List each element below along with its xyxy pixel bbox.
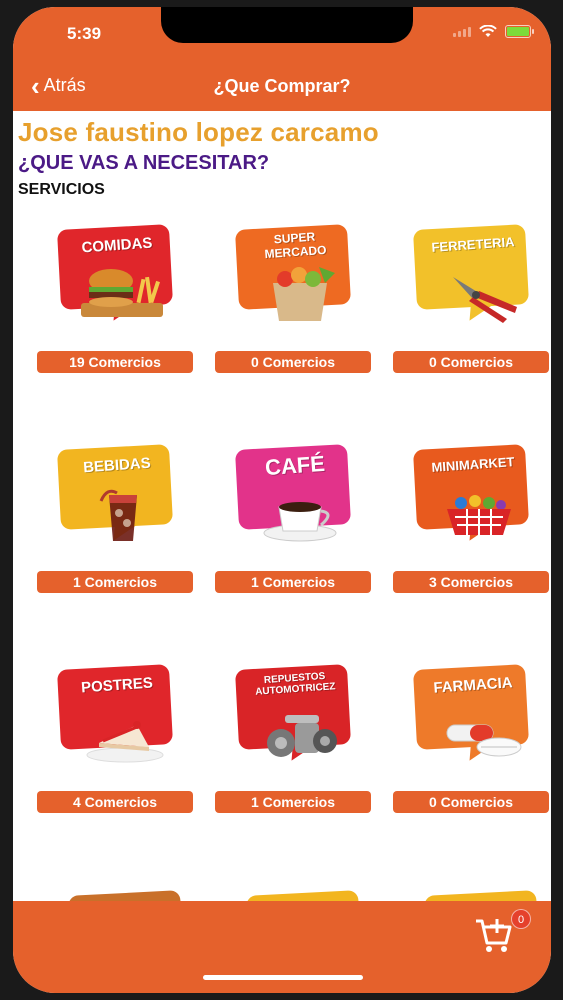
category-card-bebidas[interactable]: BEBIDAS 1 Comercios	[37, 441, 197, 601]
burger-icon	[81, 269, 163, 317]
category-image[interactable]: SUPER MERCADO	[225, 221, 365, 351]
user-name: Jose faustino lopez carcamo	[18, 117, 379, 147]
car-parts-icon	[267, 715, 337, 757]
battery-icon	[505, 25, 534, 38]
page-title: ¿Que Comprar?	[213, 76, 351, 96]
category-image[interactable]: CAFÉ	[225, 441, 365, 571]
pills-icon	[446, 724, 522, 757]
phone-screen: 5:39 ‹ Atrás ¿Que Comprar? Jose faustino…	[13, 7, 551, 993]
pliers-icon	[453, 277, 517, 323]
category-card-comidas[interactable]: COMIDAS 19 Comercios	[37, 221, 197, 381]
status-icons	[453, 25, 534, 38]
cart-icon[interactable]	[473, 915, 513, 955]
category-card-partial[interactable]	[393, 881, 551, 901]
wifi-icon	[479, 25, 497, 37]
main-content[interactable]: Jose faustino lopez carcamo ¿QUE VAS A N…	[13, 111, 551, 901]
badge-shape	[68, 890, 182, 901]
nav-bar: ‹ Atrás ¿Que Comprar?	[13, 63, 551, 111]
commerce-count-button[interactable]: 19 Comercios	[37, 351, 193, 373]
category-image[interactable]: MINIMARKET	[403, 441, 543, 571]
category-image[interactable]: FARMACIA	[403, 661, 543, 791]
section-heading: SERVICIOS	[18, 181, 105, 198]
grocery-bag-icon	[273, 267, 335, 321]
badge-shape	[424, 890, 538, 901]
commerce-count-button[interactable]: 4 Comercios	[37, 791, 193, 813]
category-image[interactable]: COMIDAS	[47, 221, 187, 351]
cake-icon	[86, 721, 164, 763]
home-indicator	[203, 975, 363, 980]
category-card-partial[interactable]	[215, 881, 375, 901]
commerce-count-button[interactable]: 0 Comercios	[393, 791, 549, 813]
category-image[interactable]: POSTRES	[47, 661, 187, 791]
signal-icon	[453, 26, 471, 37]
category-card-minimarket[interactable]: MINIMARKET 3 Comercios	[393, 441, 551, 601]
commerce-count-button[interactable]: 3 Comercios	[393, 571, 549, 593]
cart-count-badge: 0	[511, 909, 531, 929]
commerce-count-button[interactable]: 1 Comercios	[37, 571, 193, 593]
coffee-cup-icon	[263, 502, 337, 542]
category-image[interactable]: BEBIDAS	[47, 441, 187, 571]
question-heading: ¿QUE VAS A NECESITAR?	[18, 152, 270, 174]
commerce-count-button[interactable]: 1 Comercios	[215, 571, 371, 593]
status-time: 5:39	[67, 24, 102, 43]
category-image[interactable]: FERRETERIA	[403, 221, 543, 351]
category-card-ferreteria[interactable]: FERRETERIA 0 Comercios	[393, 221, 551, 381]
category-card-cafe[interactable]: CAFÉ 1 Comercios	[215, 441, 375, 601]
category-card-partial[interactable]	[37, 881, 197, 901]
commerce-count-button[interactable]: 0 Comercios	[393, 351, 549, 373]
status-bar: 5:39	[13, 7, 551, 63]
commerce-count-button[interactable]: 0 Comercios	[215, 351, 371, 373]
category-card-farmacia[interactable]: FARMACIA 0 Comercios	[393, 661, 551, 821]
notch	[161, 7, 413, 43]
category-card-supermercado[interactable]: SUPER MERCADO 0 Comercios	[215, 221, 375, 381]
shopping-basket-icon	[447, 495, 511, 535]
category-card-repuestos[interactable]: REPUESTOS AUTOMOTRICEZ 1 Comercios	[215, 661, 375, 821]
drink-glass-icon	[99, 489, 137, 541]
category-image[interactable]: REPUESTOS AUTOMOTRICEZ	[225, 661, 365, 791]
commerce-count-button[interactable]: 1 Comercios	[215, 791, 371, 813]
category-card-postres[interactable]: POSTRES 4 Comercios	[37, 661, 197, 821]
badge-shape	[246, 890, 360, 901]
